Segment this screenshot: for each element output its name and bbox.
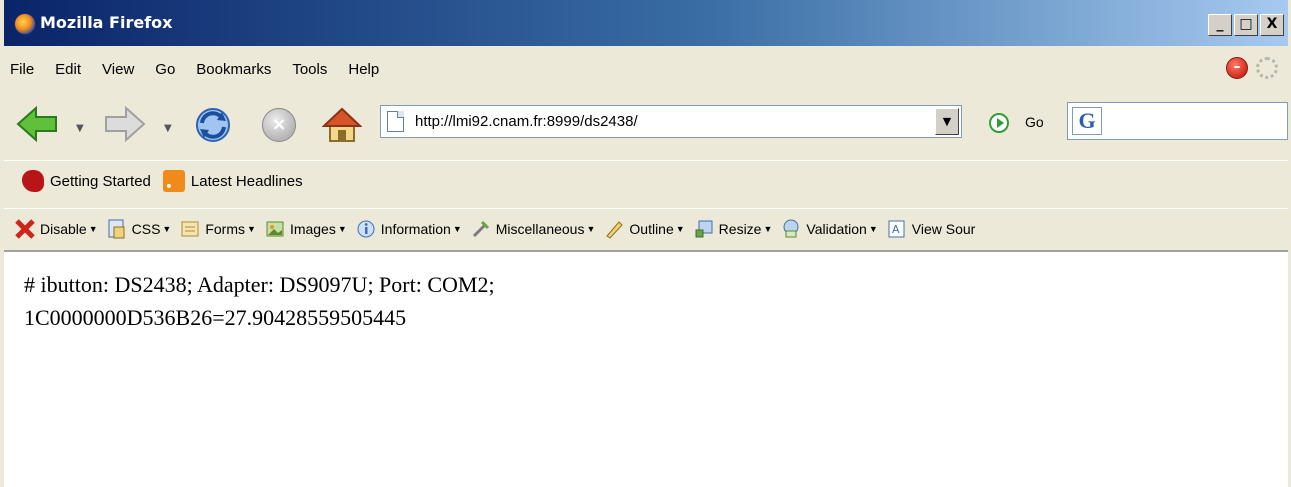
outline-pencil-icon <box>606 220 624 239</box>
images-icon <box>266 221 284 236</box>
dev-menu-label: Disable <box>40 220 87 237</box>
dev-menu-label: View Sour <box>911 220 976 237</box>
menu-view[interactable]: View <box>102 61 134 78</box>
maximize-button[interactable]: □ <box>1234 14 1258 36</box>
reload-icon[interactable] <box>194 106 232 144</box>
go-button-label[interactable]: Go <box>1025 114 1044 130</box>
bookmark-getting-started[interactable]: Getting Started <box>22 170 151 192</box>
menu-bookmarks[interactable]: Bookmarks <box>196 61 271 78</box>
bookmark-latest-headlines[interactable]: Latest Headlines <box>162 170 303 192</box>
window-title: Mozilla Firefox <box>40 13 173 32</box>
dev-menu-label: Information <box>380 220 451 237</box>
menu-file[interactable]: File <box>10 61 34 78</box>
stop-loading-icon[interactable]: – <box>1226 57 1248 79</box>
google-search-icon[interactable]: G <box>1072 107 1102 135</box>
web-developer-toolbar: Disable ▼ CSS ▼ Forms ▼ Images ▼ Information… <box>4 208 1288 248</box>
firefox-bookmark-icon <box>22 170 44 192</box>
information-icon <box>357 220 375 237</box>
css-icon <box>108 219 125 238</box>
forms-icon <box>181 221 199 236</box>
url-text[interactable]: http://lmi92.cnam.fr:8999/ds2438/ <box>415 113 638 130</box>
dev-menu-css[interactable]: CSS ▼ <box>106 218 171 240</box>
menu-edit[interactable]: Edit <box>55 61 81 78</box>
back-arrow-icon[interactable] <box>16 106 58 142</box>
url-dropdown-button[interactable]: ▼ <box>935 108 959 135</box>
dev-menu-images[interactable]: Images ▼ <box>264 218 347 240</box>
go-icon[interactable] <box>989 113 1009 133</box>
bookmark-label: Getting Started <box>50 172 151 190</box>
bookmark-label: Latest Headlines <box>190 172 303 190</box>
rss-feed-icon <box>162 170 185 192</box>
window-controls: _ □ X <box>1208 14 1284 36</box>
dev-menu-label: CSS <box>131 220 161 237</box>
forward-arrow-icon[interactable] <box>104 106 146 142</box>
dev-menu-information[interactable]: Information ▼ <box>355 218 462 240</box>
dev-menu-miscellaneous[interactable]: Miscellaneous ▼ <box>470 218 595 240</box>
dev-menu-resize[interactable]: Resize ▼ <box>693 218 772 240</box>
minimize-button[interactable]: _ <box>1208 14 1232 36</box>
home-icon[interactable] <box>322 106 362 144</box>
search-box[interactable]: G <box>1067 102 1288 140</box>
back-dropdown-icon[interactable]: ▼ <box>76 123 84 134</box>
menu-tools[interactable]: Tools <box>292 61 327 78</box>
close-button[interactable]: X <box>1260 14 1284 36</box>
dev-menu-validation[interactable]: Validation ▼ <box>780 218 878 240</box>
dev-menu-label: Images <box>289 220 336 237</box>
bookmarks-toolbar: Getting Started Latest Headlines <box>4 160 1288 201</box>
resize-icon <box>695 220 713 237</box>
dev-menu-forms[interactable]: Forms ▼ <box>179 218 256 240</box>
firefox-logo-icon <box>14 13 36 35</box>
menu-help[interactable]: Help <box>348 61 379 78</box>
content-line-reading: 1C0000000D536B26=27.90428559505445 <box>24 305 407 330</box>
forward-dropdown-icon[interactable]: ▼ <box>164 123 172 134</box>
svg-text:A: A <box>892 223 900 236</box>
response-text: # ibutton: DS2438; Adapter: DS9097U; Por… <box>24 268 495 334</box>
miscellaneous-icon <box>472 220 489 237</box>
dev-menu-disable[interactable]: Disable ▼ <box>14 218 98 240</box>
red-x-icon <box>15 218 35 239</box>
dev-menu-view-source[interactable]: A View Sour <box>886 218 976 240</box>
content-line-header: # ibutton: DS2438; Adapter: DS9097U; Por… <box>24 272 495 297</box>
dev-menu-label: Forms <box>205 220 246 237</box>
browser-window: Mozilla Firefox _ □ X File Edit View Go … <box>0 0 1291 487</box>
menu-bar: File Edit View Go Bookmarks Tools Help – <box>4 49 1288 89</box>
stop-icon[interactable]: × <box>262 108 296 142</box>
dev-menu-label: Validation <box>806 220 867 237</box>
throbber-icon <box>1256 57 1278 79</box>
address-bar[interactable]: http://lmi92.cnam.fr:8999/ds2438/ ▼ <box>380 105 962 138</box>
menu-status-icons: – <box>1226 57 1278 79</box>
page-content: # ibutton: DS2438; Adapter: DS9097U; Por… <box>4 250 1288 487</box>
navigation-toolbar: ▼ ▼ × http://lmi92.cnam.fr:8999/ds2438/ … <box>4 94 1288 154</box>
dev-menu-label: Miscellaneous <box>495 220 585 237</box>
dev-menu-label: Resize <box>718 220 762 237</box>
menu-go[interactable]: Go <box>155 61 175 78</box>
page-icon <box>387 111 404 132</box>
dev-menu-outline[interactable]: Outline ▼ <box>603 218 685 240</box>
title-bar[interactable]: Mozilla Firefox _ □ X <box>4 0 1288 46</box>
view-source-icon: A <box>888 220 905 237</box>
validation-icon <box>783 219 799 237</box>
dev-menu-label: Outline <box>629 220 674 237</box>
